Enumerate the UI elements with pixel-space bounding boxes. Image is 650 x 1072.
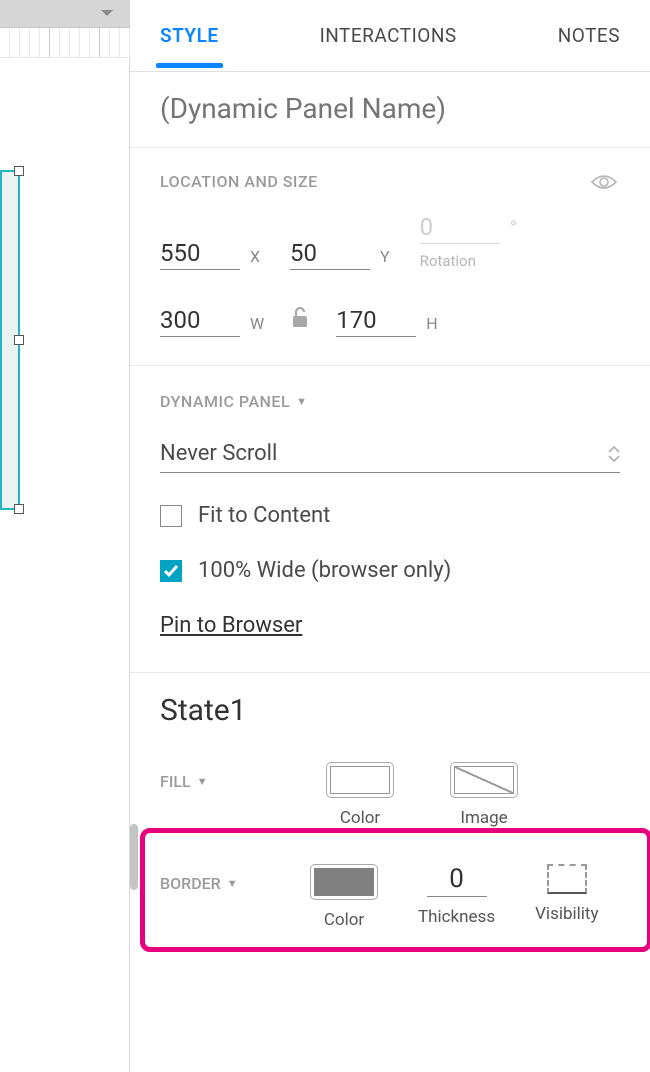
inspector-tabs: STYLE INTERACTIONS NOTES <box>130 0 650 72</box>
fill-color-caption: Color <box>340 808 380 828</box>
y-input[interactable] <box>290 237 370 270</box>
h-label: H <box>426 314 437 337</box>
pin-to-browser-link[interactable]: Pin to Browser <box>160 613 302 638</box>
fill-row: FILL▼ Color Image <box>130 744 650 864</box>
fill-header[interactable]: FILL▼ <box>160 762 270 791</box>
border-visibility-caption: Visibility <box>535 904 598 924</box>
scroll-behavior-select[interactable]: Never Scroll <box>160 441 620 473</box>
w-label: W <box>250 314 264 337</box>
tab-notes[interactable]: NOTES <box>558 24 620 47</box>
degree-icon: ° <box>510 216 517 244</box>
state-title: State1 <box>130 673 650 744</box>
border-row: BORDER▼ Color 0 Thickness Visibility <box>130 864 650 956</box>
resize-handle[interactable] <box>14 166 24 176</box>
triangle-down-icon: ▼ <box>296 395 307 408</box>
fit-to-content-row[interactable]: Fit to Content <box>160 503 620 528</box>
lock-aspect-icon[interactable] <box>284 305 316 337</box>
border-header[interactable]: BORDER▼ <box>160 864 270 893</box>
border-thickness-input[interactable]: 0 <box>427 864 487 897</box>
widget-name-input[interactable] <box>130 72 650 148</box>
border-color-caption: Color <box>324 910 364 930</box>
full-width-row[interactable]: 100% Wide (browser only) <box>160 558 620 583</box>
resize-handle[interactable] <box>14 504 24 514</box>
wide-label: 100% Wide (browser only) <box>198 558 451 583</box>
fit-checkbox[interactable] <box>160 505 182 527</box>
ruler <box>0 28 130 58</box>
section-dynamic-panel: DYNAMIC PANEL▼ Never Scroll Fit to Conte… <box>130 366 650 673</box>
section-location-size: LOCATION AND SIZE X Y <box>130 148 650 366</box>
scroll-value: Never Scroll <box>160 441 277 466</box>
selected-widget[interactable] <box>0 170 20 510</box>
tab-style[interactable]: STYLE <box>160 24 219 47</box>
x-input[interactable] <box>160 237 240 270</box>
chevron-down-icon[interactable] <box>100 7 114 21</box>
fill-image-caption: Image <box>460 808 507 828</box>
fill-image-swatch[interactable] <box>450 762 518 798</box>
resize-handle[interactable] <box>14 335 24 345</box>
visibility-eye-icon[interactable] <box>590 172 618 196</box>
y-label: Y <box>380 247 390 270</box>
wide-checkbox[interactable] <box>160 560 182 582</box>
fit-label: Fit to Content <box>198 503 330 528</box>
canvas-toolbar <box>0 0 130 28</box>
tab-interactions[interactable]: INTERACTIONS <box>320 24 457 47</box>
triangle-down-icon: ▼ <box>197 775 208 788</box>
rotation-input <box>420 211 500 244</box>
canvas-area <box>0 0 130 1072</box>
border-color-swatch[interactable] <box>310 864 378 900</box>
section-label: LOCATION AND SIZE <box>160 172 620 191</box>
triangle-down-icon: ▼ <box>227 877 238 890</box>
inspector-panel: STYLE INTERACTIONS NOTES LOCATION AND SI… <box>130 0 650 1072</box>
rotation-label: Rotation <box>420 252 476 270</box>
border-visibility-swatch[interactable] <box>547 864 587 894</box>
width-input[interactable] <box>160 304 240 337</box>
dynamic-panel-header[interactable]: DYNAMIC PANEL▼ <box>160 392 620 411</box>
scrollbar-thumb[interactable] <box>130 824 138 890</box>
height-input[interactable] <box>336 304 416 337</box>
border-thickness-caption: Thickness <box>418 907 495 927</box>
x-label: X <box>250 247 260 270</box>
stepper-icon[interactable] <box>608 445 620 463</box>
fill-color-swatch[interactable] <box>326 762 394 798</box>
